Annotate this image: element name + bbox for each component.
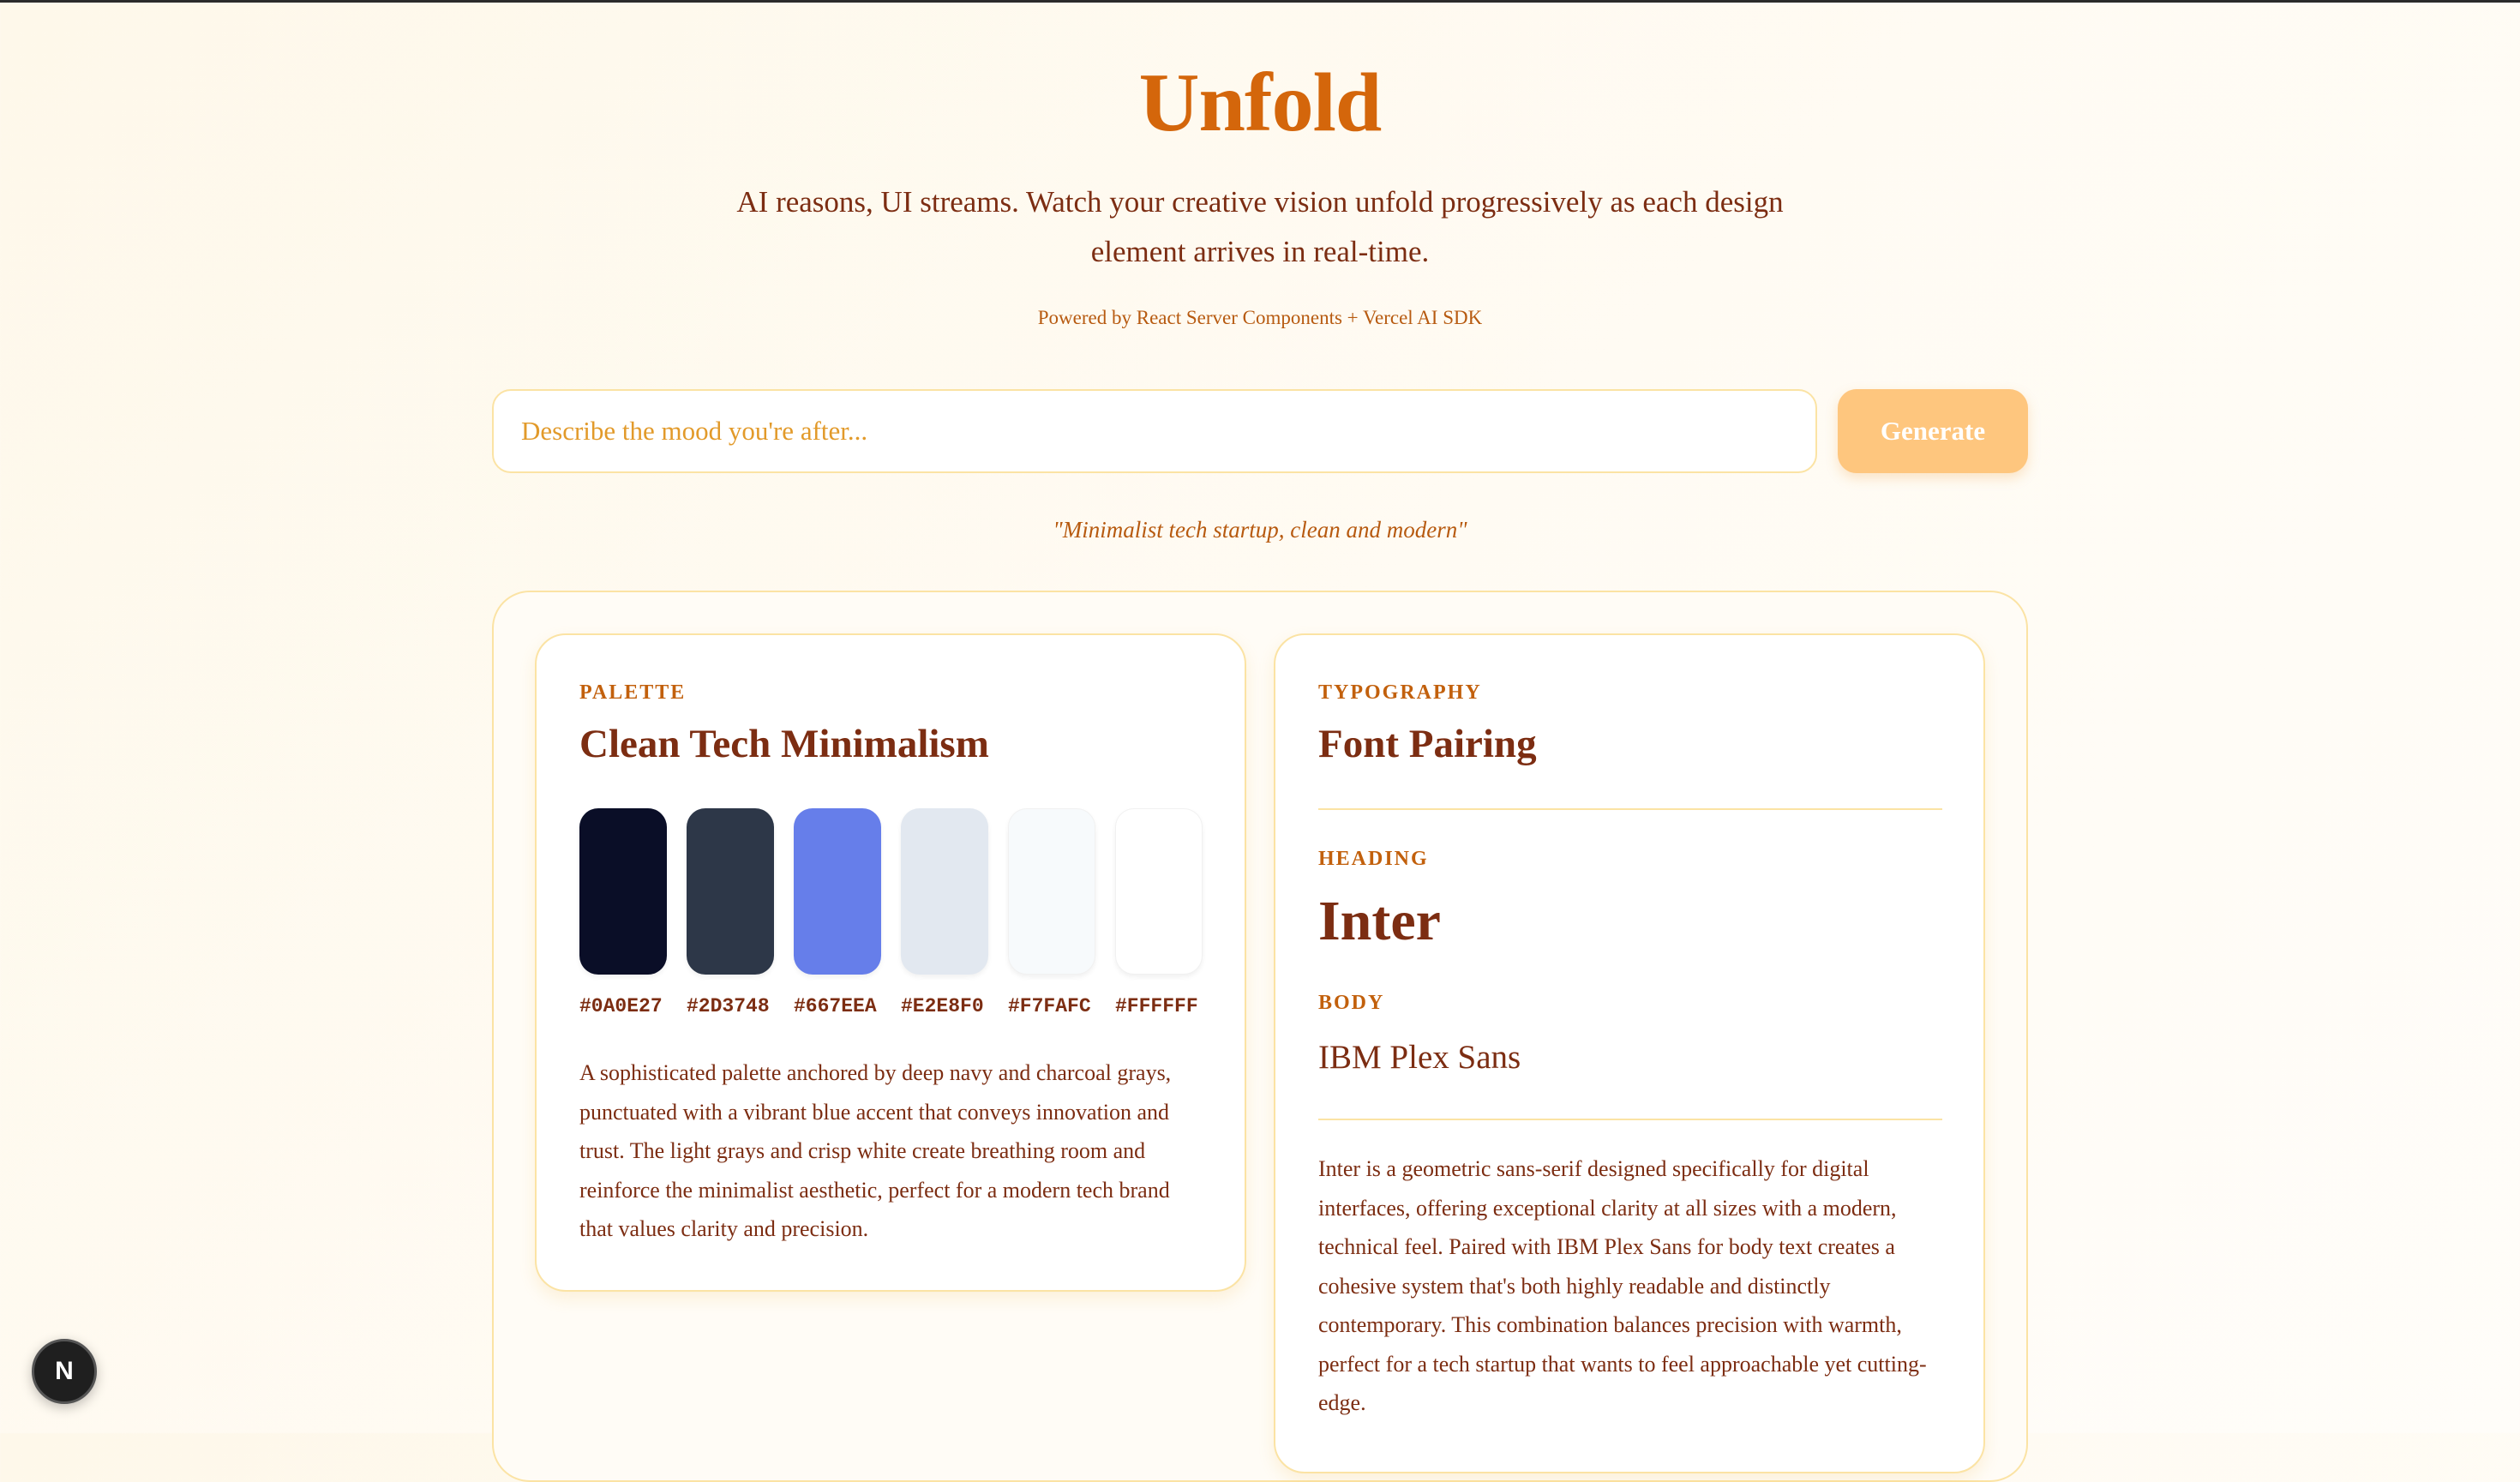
typography-title: Font Pairing	[1318, 722, 1537, 766]
heading-font-label: HEADING	[1318, 848, 1429, 870]
swatch-row: #0A0E27 #2D3748 #667EEA #E2E8F0 #F7FAFC …	[579, 808, 1205, 1023]
app-subtitle: AI reasons, UI streams. Watch your creat…	[736, 185, 1784, 268]
divider	[1318, 808, 1942, 810]
palette-card: PALETTE Clean Tech Minimalism #0A0E27 #2…	[535, 633, 1246, 1292]
example-prompt[interactable]: "Minimalist tech startup, clean and mode…	[0, 517, 2520, 543]
swatch[interactable]: #FFFFFF	[1115, 808, 1203, 1017]
page: Unfold AI reasons, UI streams. Watch you…	[0, 3, 2520, 1482]
nextjs-icon: N	[55, 1357, 74, 1385]
swatch-color	[579, 808, 667, 975]
swatch-hex: #0A0E27	[579, 995, 663, 1017]
divider	[1318, 1119, 1942, 1120]
swatch[interactable]: #667EEA	[794, 808, 881, 1017]
powered-by-text: Powered by React Server Components + Ver…	[1037, 307, 1483, 328]
typography-eyebrow: TYPOGRAPHY	[1318, 681, 1482, 704]
swatch-color	[901, 808, 988, 975]
app-title: Unfold	[1138, 57, 1383, 149]
palette-description: A sophisticated palette anchored by deep…	[579, 1060, 1172, 1241]
swatch-color	[1115, 808, 1203, 975]
typography-card: TYPOGRAPHY Font Pairing HEADING Inter BO…	[1274, 633, 1985, 1473]
body-font-name: IBM Plex Sans	[1318, 1039, 1521, 1076]
swatch-hex: #2D3748	[687, 995, 770, 1017]
swatch-color	[1008, 808, 1095, 975]
swatch[interactable]: #2D3748	[687, 808, 774, 1017]
swatch-color	[794, 808, 881, 975]
swatch-hex: #FFFFFF	[1115, 995, 1198, 1017]
swatch-hex: #667EEA	[794, 995, 877, 1017]
swatch[interactable]: #0A0E27	[579, 808, 667, 1017]
swatch-hex: #E2E8F0	[901, 995, 984, 1017]
palette-eyebrow: PALETTE	[579, 681, 687, 704]
heading-font-name: Inter	[1318, 890, 1441, 952]
generate-button[interactable]: Generate	[1838, 389, 2028, 473]
typography-description: Inter is a geometric sans-serif designed…	[1318, 1156, 1927, 1415]
nextjs-dev-badge[interactable]: N	[32, 1339, 97, 1404]
mood-prompt-input[interactable]	[492, 389, 1817, 473]
swatch-color	[687, 808, 774, 975]
body-font-label: BODY	[1318, 992, 1385, 1014]
swatch-hex: #F7FAFC	[1008, 995, 1091, 1017]
palette-title: Clean Tech Minimalism	[579, 722, 989, 766]
swatch[interactable]: #F7FAFC	[1008, 808, 1095, 1017]
swatch[interactable]: #E2E8F0	[901, 808, 988, 1017]
